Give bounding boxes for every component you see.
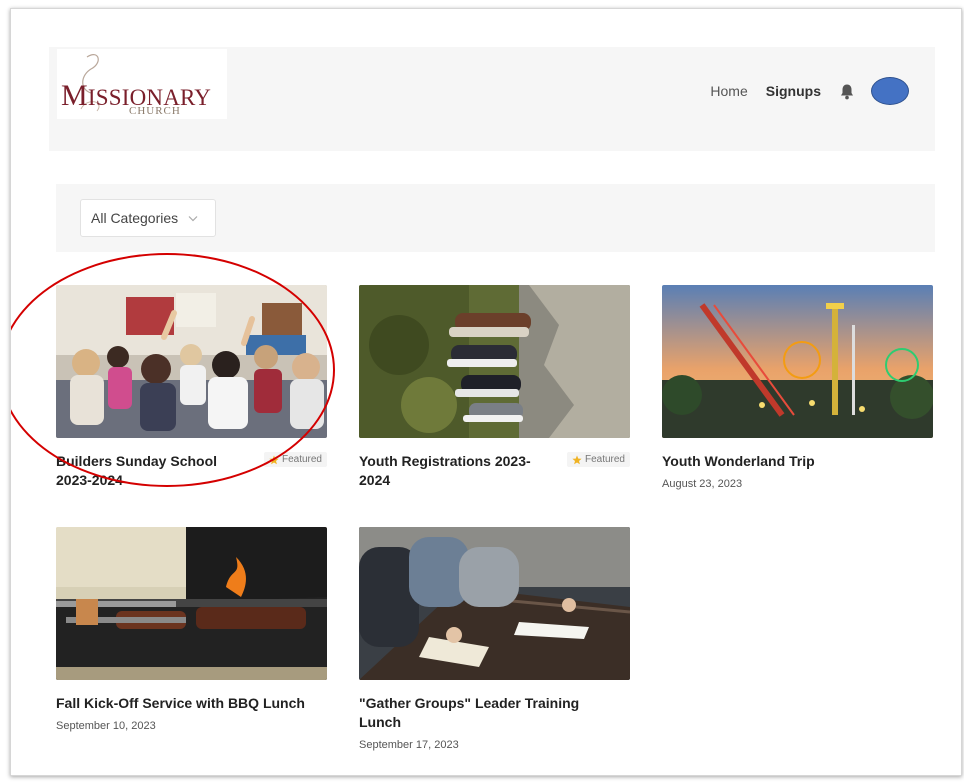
card-date: September 10, 2023 — [56, 720, 156, 732]
signup-card[interactable]: Fall Kick-Off Service with BBQ Lunch Sep… — [56, 527, 327, 732]
card-title[interactable]: Youth Registrations 2023-2024 — [359, 452, 549, 490]
nav-signups-link[interactable]: Signups — [766, 83, 821, 99]
card-image-sneakers[interactable] — [359, 285, 630, 438]
signup-card[interactable]: Youth Wonderland Trip August 23, 2023 — [662, 285, 933, 490]
featured-badge: Featured — [566, 452, 630, 467]
chevron-down-icon — [188, 215, 198, 222]
card-title[interactable]: "Gather Groups" Leader Training Lunch — [359, 694, 624, 732]
browser-page: MISSIONARY CHURCH Home Signups All Categ… — [10, 8, 962, 776]
signup-card[interactable]: Featured Youth Registrations 2023-2024 — [359, 285, 630, 490]
star-icon — [269, 455, 279, 464]
card-date: August 23, 2023 — [662, 478, 743, 490]
signup-card[interactable]: "Gather Groups" Leader Training Lunch Se… — [359, 527, 630, 751]
star-icon — [572, 455, 582, 464]
category-select-value: All Categories — [91, 210, 179, 226]
card-title[interactable]: Builders Sunday School 2023-2024 — [56, 452, 246, 490]
user-avatar[interactable] — [871, 77, 909, 105]
logo-subtext: CHURCH — [129, 105, 181, 117]
featured-label: Featured — [584, 454, 625, 465]
signup-card[interactable]: Featured Builders Sunday School 2023-202… — [56, 285, 327, 490]
card-date: September 17, 2023 — [359, 739, 459, 751]
main-nav: Home Signups — [710, 75, 909, 107]
card-title[interactable]: Fall Kick-Off Service with BBQ Lunch — [56, 694, 321, 713]
card-image-classroom[interactable] — [56, 285, 327, 438]
category-select[interactable]: All Categories — [80, 199, 216, 237]
nav-home-link[interactable]: Home — [710, 83, 747, 99]
featured-label: Featured — [281, 454, 322, 465]
church-logo[interactable]: MISSIONARY CHURCH — [57, 49, 227, 119]
site-header: MISSIONARY CHURCH Home Signups — [49, 47, 935, 151]
filter-bar: All Categories — [56, 184, 935, 252]
card-title[interactable]: Youth Wonderland Trip — [662, 452, 852, 471]
card-image-meeting[interactable] — [359, 527, 630, 680]
bell-icon[interactable] — [839, 82, 857, 100]
featured-badge: Featured — [263, 452, 327, 467]
card-image-bbq[interactable] — [56, 527, 327, 680]
card-image-amusement-park[interactable] — [662, 285, 933, 438]
